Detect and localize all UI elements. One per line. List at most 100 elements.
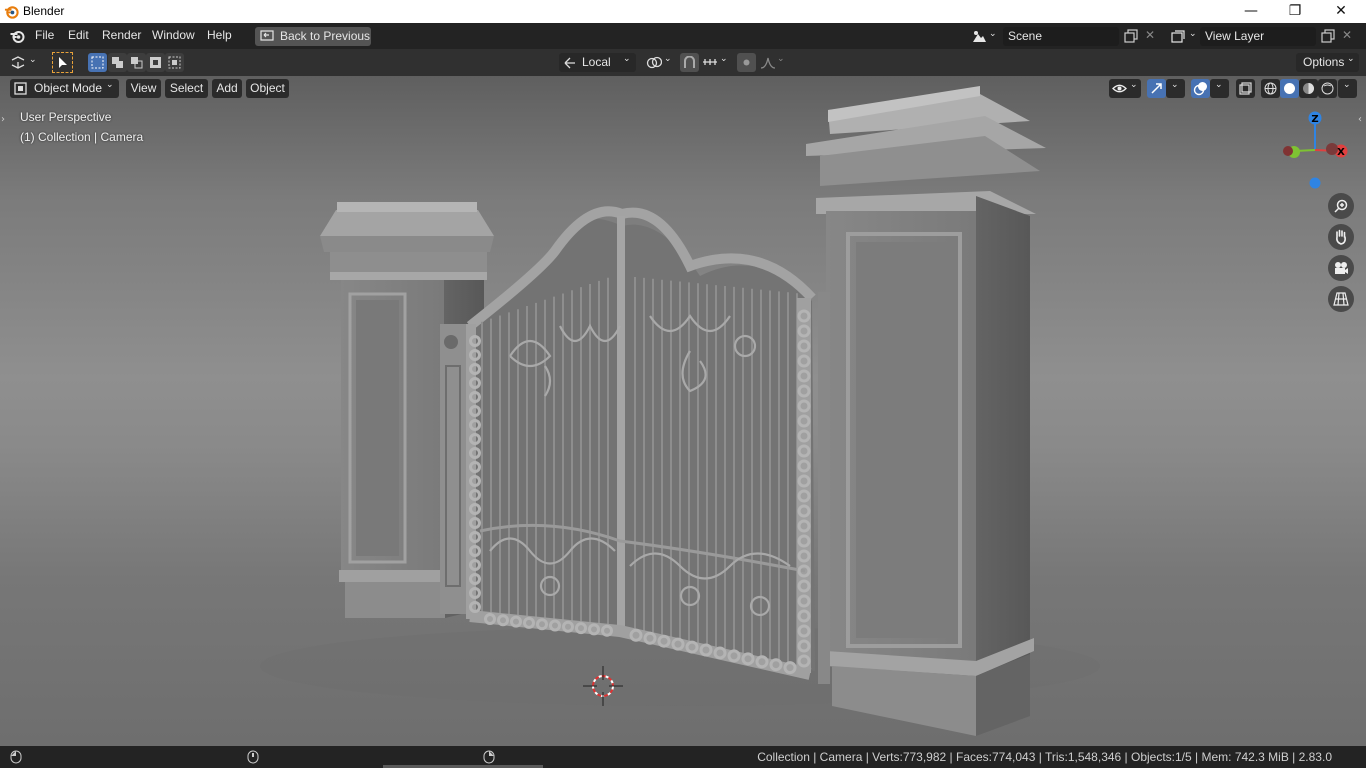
select-difference-button[interactable] (146, 53, 165, 72)
shading-options-dropdown[interactable]: ⌄ (1338, 79, 1357, 98)
sidebar-toggle-icon[interactable]: ‹ (1358, 114, 1362, 125)
select-subtract-icon (131, 57, 143, 69)
xray-toggle[interactable] (1236, 79, 1255, 98)
smooth-falloff-icon (760, 57, 776, 69)
overlays-toggle[interactable] (1191, 79, 1210, 98)
z-axis-label: Z (1311, 114, 1318, 125)
hand-icon (1336, 229, 1346, 245)
neg-z-axis-handle (1309, 177, 1321, 189)
menu-file[interactable]: File (35, 28, 54, 42)
select-intersect-button[interactable] (165, 53, 184, 72)
menu-render[interactable]: Render (102, 28, 141, 42)
menu-object[interactable]: Object (246, 79, 289, 98)
scene-name: Scene (1008, 29, 1043, 43)
gate (466, 206, 816, 680)
delete-scene-icon[interactable]: ✕ (1145, 28, 1155, 42)
shading-wireframe-button[interactable] (1261, 79, 1280, 98)
new-scene-button[interactable] (1121, 27, 1141, 46)
camera-icon (1335, 262, 1348, 274)
active-object-label: (1) Collection | Camera (20, 130, 144, 144)
proportional-falloff-dropdown[interactable]: ⌄ (758, 53, 788, 72)
navigation-gizmo[interactable]: Z X (1280, 110, 1350, 192)
menu-window[interactable]: Window (152, 28, 195, 42)
menu-select[interactable]: Select (165, 79, 208, 98)
chevron-down-icon: ⌄ (989, 29, 997, 39)
back-to-previous-button[interactable]: Back to Previous (255, 27, 371, 46)
chevron-down-icon: ⌄ (1171, 80, 1179, 90)
scene-name-field[interactable]: Scene (1003, 27, 1119, 46)
render-layers-icon (1171, 30, 1185, 43)
scene-browse-button[interactable]: ⌄ (968, 27, 1000, 46)
chevron-down-icon: ⌄ (623, 54, 631, 64)
editor-type-button[interactable]: ⌄ (8, 53, 40, 72)
minimize-button[interactable]: — (1228, 0, 1274, 23)
back-to-previous-label: Back to Previous (280, 29, 371, 43)
menu-edit[interactable]: Edit (68, 28, 89, 42)
toggle-perspective-button[interactable] (1328, 286, 1354, 312)
overlays-dropdown[interactable]: ⌄ (1210, 79, 1229, 98)
scene-statistics: Collection | Camera | Verts:773,982 | Fa… (757, 750, 1332, 764)
new-view-layer-button[interactable] (1318, 27, 1338, 46)
left-gate-post (440, 324, 466, 614)
menu-add-label: Add (216, 81, 238, 95)
menu-view[interactable]: View (126, 79, 161, 98)
options-dropdown[interactable]: Options ⌄ (1296, 53, 1359, 72)
gizmo-toggle[interactable] (1147, 79, 1166, 98)
proportional-off-icon (743, 59, 750, 66)
shading-rendered-button[interactable] (1318, 79, 1337, 98)
camera-view-button[interactable] (1328, 255, 1354, 281)
menu-object-label: Object (250, 81, 285, 95)
transform-orientation-dropdown[interactable]: Local ⌄ (559, 53, 636, 72)
shading-material-button[interactable] (1299, 79, 1318, 98)
delete-view-layer-icon[interactable]: ✕ (1342, 28, 1352, 42)
visibility-dropdown[interactable]: ⌄ (1109, 79, 1141, 98)
wireframe-sphere-icon (1264, 82, 1277, 95)
view-layer-name-field[interactable]: View Layer (1200, 27, 1316, 46)
menu-select-label: Select (169, 81, 204, 95)
chevron-down-icon: ⌄ (720, 54, 728, 64)
options-label: Options (1303, 55, 1345, 69)
chevron-down-icon: ⌄ (106, 80, 114, 90)
snap-toggle[interactable] (680, 53, 699, 72)
window-titlebar: Blender — ❐ ✕ (0, 0, 1366, 23)
menu-help[interactable]: Help (207, 28, 232, 42)
eye-icon (1112, 84, 1127, 93)
snap-target-dropdown[interactable]: ⌄ (700, 53, 731, 72)
mouse-right-icon (483, 750, 495, 764)
solid-sphere-icon (1284, 83, 1295, 94)
pivot-point-dropdown[interactable]: ⌄ (644, 53, 676, 72)
view-layer-browse-button[interactable]: ⌄ (1167, 27, 1199, 46)
chevron-down-icon: ⌄ (777, 54, 785, 64)
close-button[interactable]: ✕ (1318, 0, 1364, 23)
menu-add[interactable]: Add (212, 79, 242, 98)
blender-menu-icon[interactable] (9, 28, 26, 44)
back-screen-icon (260, 30, 274, 41)
scene-icon (973, 31, 986, 42)
select-new-button[interactable] (88, 53, 107, 72)
zoom-button[interactable] (1328, 193, 1354, 219)
chevron-down-icon: ⌄ (1215, 80, 1223, 90)
shading-solid-button[interactable] (1280, 79, 1299, 98)
tool-header: ⌄ Local ⌄ ⌄ ⌄ ⌄ Options ⌄ (0, 49, 1366, 76)
object-mode-dropdown[interactable]: Object Mode ⌄ (10, 79, 119, 98)
toolbar-toggle-icon[interactable]: › (1, 114, 5, 125)
menu-view-label: View (130, 81, 157, 95)
chevron-down-icon: ⌄ (1189, 29, 1197, 39)
gizmo-options-dropdown[interactable]: ⌄ (1166, 79, 1185, 98)
proportional-editing-toggle[interactable] (737, 53, 756, 72)
3d-viewport[interactable]: Object Mode ⌄ View Select Add Object › ‹… (0, 76, 1366, 746)
chevron-down-icon: ⌄ (29, 55, 37, 65)
select-set-icon (91, 56, 104, 69)
pivot-icon (646, 56, 662, 69)
right-pillar (806, 86, 1046, 736)
pan-button[interactable] (1328, 224, 1354, 250)
select-intersect-icon (168, 56, 181, 69)
select-extend-button[interactable] (108, 53, 127, 72)
x-axis-label: X (1337, 147, 1345, 158)
object-mode-icon (14, 82, 27, 95)
rendered-sphere-icon (1321, 82, 1334, 95)
select-tool-button[interactable] (52, 52, 73, 73)
select-subtract-button[interactable] (127, 53, 146, 72)
restore-button[interactable]: ❐ (1272, 0, 1318, 23)
select-difference-icon (150, 57, 161, 68)
